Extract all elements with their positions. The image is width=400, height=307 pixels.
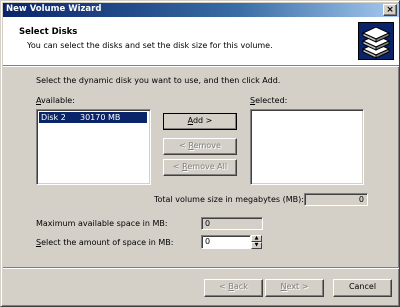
remove-button[interactable]: < Remove bbox=[163, 138, 237, 155]
next-button-rest: ext > bbox=[286, 282, 309, 291]
total-size-label: Total volume size in megabytes (MB): bbox=[154, 195, 304, 204]
add-button-rest: dd > bbox=[192, 116, 213, 125]
disk-name: Disk 2 bbox=[41, 113, 66, 122]
wizard-window: New Volume Wizard × Select Disks You can… bbox=[0, 0, 400, 307]
instruction-text: Select the dynamic disk you want to use,… bbox=[36, 76, 281, 85]
disk-size: 30170 MB bbox=[80, 113, 121, 122]
space-amount-label: Select the amount of space in MB: bbox=[36, 238, 174, 247]
remove-button-pre: < bbox=[179, 141, 189, 150]
space-amount-input[interactable]: 0 bbox=[201, 235, 251, 249]
selected-label-rest: elected: bbox=[255, 96, 288, 105]
list-item[interactable]: Disk 2 30170 MB bbox=[39, 112, 147, 123]
max-space-label: Maximum available space in MB: bbox=[36, 219, 168, 228]
cancel-button[interactable]: Cancel bbox=[333, 279, 392, 297]
add-button[interactable]: Add > bbox=[163, 113, 237, 130]
available-disks-list[interactable]: Disk 2 30170 MB bbox=[36, 109, 151, 185]
close-button[interactable]: × bbox=[383, 4, 397, 16]
remove-all-button[interactable]: < Remove All bbox=[163, 159, 237, 176]
available-label: Available: bbox=[36, 96, 75, 105]
window-title: New Volume Wizard bbox=[6, 4, 102, 14]
spin-up-button[interactable]: ▲ bbox=[251, 235, 262, 242]
remove-button-rest: emove bbox=[193, 141, 221, 150]
header-divider bbox=[3, 65, 399, 67]
total-size-value: 0 bbox=[304, 193, 368, 206]
disks-icon bbox=[358, 22, 394, 60]
available-label-rest: vailable: bbox=[41, 96, 75, 105]
remove-all-button-pre: < bbox=[172, 162, 183, 171]
selected-label: Selected: bbox=[250, 96, 287, 105]
back-button[interactable]: < Back bbox=[204, 279, 263, 297]
arrow-down-icon: ▼ bbox=[254, 242, 259, 248]
next-button[interactable]: Next > bbox=[265, 279, 324, 297]
title-bar[interactable]: New Volume Wizard × bbox=[3, 3, 399, 17]
spin-down-button[interactable]: ▼ bbox=[251, 242, 262, 249]
footer-divider bbox=[3, 267, 399, 269]
page-subtitle: You can select the disks and set the dis… bbox=[27, 41, 273, 50]
remove-all-button-rest: emove All bbox=[187, 162, 228, 171]
max-space-value: 0 bbox=[201, 217, 263, 230]
page-title: Select Disks bbox=[19, 27, 78, 37]
back-button-rest: ack bbox=[233, 282, 248, 291]
selected-disks-list[interactable] bbox=[250, 109, 364, 185]
space-amount-label-rest: elect the amount of space in MB: bbox=[41, 238, 174, 247]
wizard-header: Select Disks You can select the disks an… bbox=[3, 17, 399, 65]
arrow-up-icon: ▲ bbox=[254, 235, 259, 241]
close-icon: × bbox=[386, 5, 394, 15]
